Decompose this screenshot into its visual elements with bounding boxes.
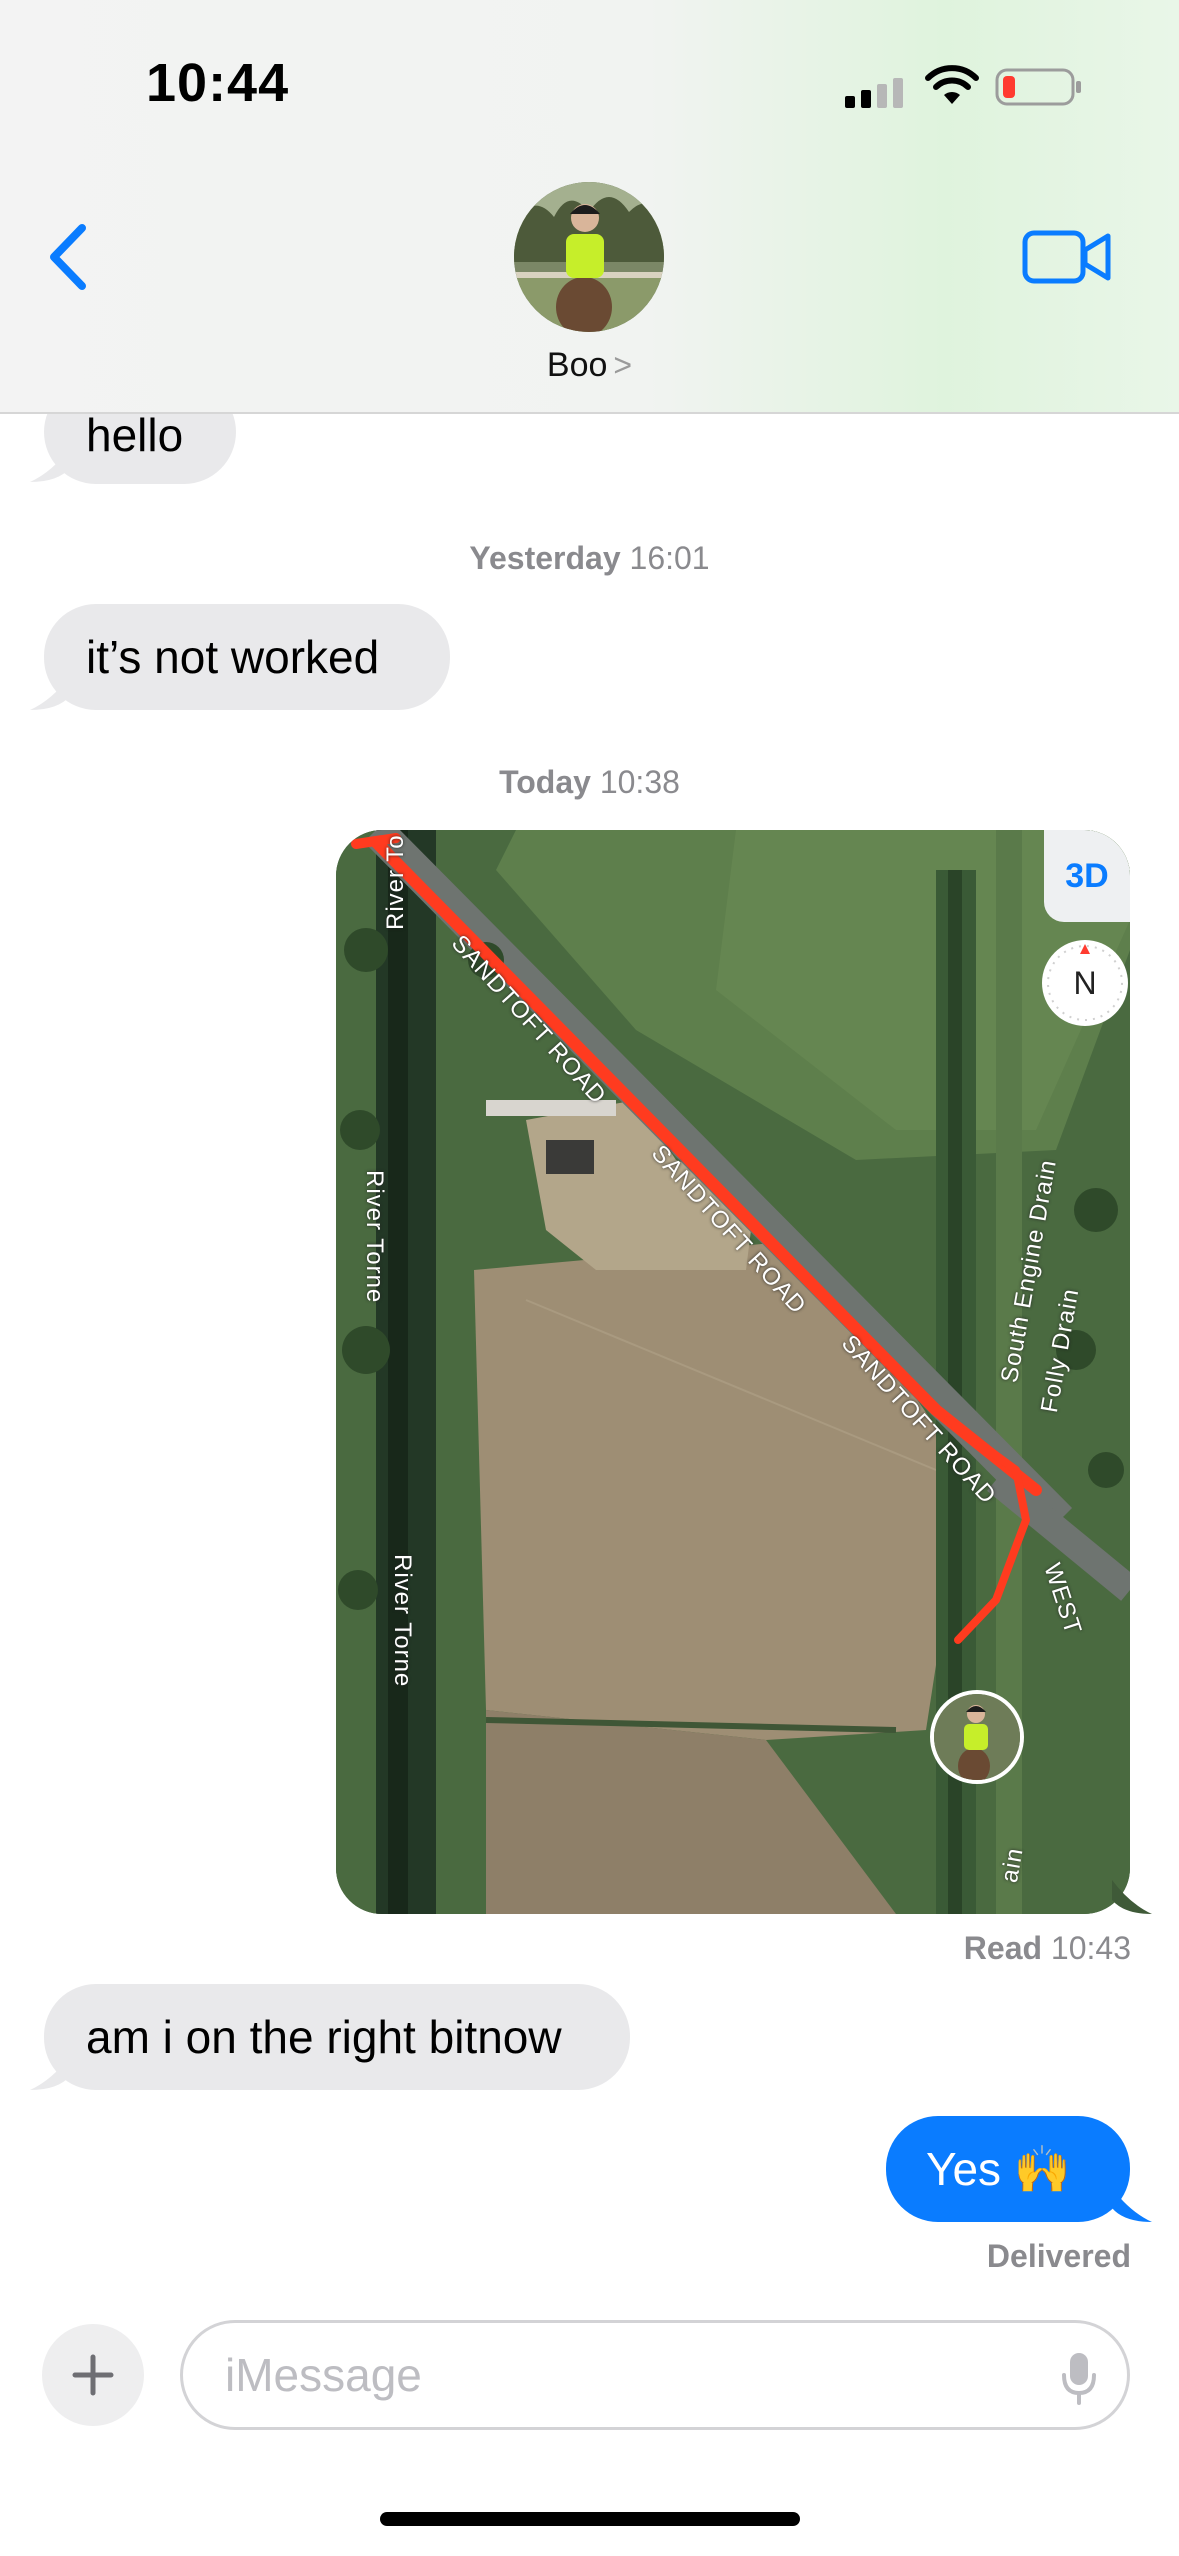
cellular-signal-icon bbox=[845, 78, 903, 108]
location-avatar[interactable] bbox=[930, 1690, 1024, 1784]
back-chevron-icon[interactable] bbox=[44, 222, 94, 292]
bubble-tail bbox=[30, 2056, 70, 2090]
bubble-tail bbox=[1112, 1880, 1152, 1914]
video-camera-icon[interactable] bbox=[1022, 228, 1112, 286]
message-input-placeholder: iMessage bbox=[225, 2349, 422, 2401]
apps-plus-button[interactable] bbox=[42, 2324, 144, 2426]
read-receipt: Read 10:43 bbox=[964, 1930, 1131, 1967]
timestamp-day: Today bbox=[499, 764, 591, 800]
map-label-river: River Torne bbox=[361, 1170, 388, 1304]
message-text: Yes 🙌 bbox=[926, 2143, 1072, 2195]
microphone-icon[interactable] bbox=[1061, 2351, 1097, 2405]
timestamp-time: 16:01 bbox=[629, 540, 710, 576]
map-label-drain: ain bbox=[996, 1845, 1029, 1885]
compass-icon[interactable]: N bbox=[1042, 940, 1128, 1026]
contact-name[interactable]: Boo > bbox=[0, 346, 1179, 385]
read-time: 10:43 bbox=[1050, 1930, 1131, 1966]
message-right-bit[interactable]: am i on the right bitnow bbox=[44, 1984, 630, 2090]
timestamp-time: 10:38 bbox=[599, 764, 680, 800]
navigation-header: 10:44 Boo > bbox=[0, 0, 1179, 414]
plus-icon bbox=[72, 2354, 114, 2396]
chevron-right-icon: > bbox=[613, 347, 633, 383]
read-label: Read bbox=[963, 1930, 1043, 1966]
home-indicator[interactable] bbox=[380, 2512, 800, 2526]
message-yes[interactable]: Yes 🙌 bbox=[886, 2116, 1130, 2222]
bubble-tail bbox=[1112, 2188, 1152, 2222]
wifi-icon bbox=[925, 65, 979, 104]
message-input[interactable]: iMessage bbox=[180, 2320, 1130, 2430]
contact-name-label: Boo bbox=[546, 346, 608, 384]
map-label-river: River To bbox=[382, 834, 409, 930]
bubble-tail bbox=[30, 448, 70, 482]
compass-north-label: N bbox=[1073, 964, 1097, 1001]
timestamp-day: Yesterday bbox=[469, 540, 621, 576]
timestamp-yesterday: Yesterday 16:01 bbox=[0, 540, 1179, 577]
status-time: 10:44 bbox=[146, 53, 290, 113]
message-text: hello bbox=[86, 409, 184, 461]
bubble-tail bbox=[30, 676, 70, 710]
timestamp-today: Today 10:38 bbox=[0, 764, 1179, 801]
rider-photo bbox=[514, 182, 664, 332]
battery-low-icon bbox=[995, 68, 1081, 106]
rider-photo bbox=[934, 1694, 1020, 1780]
message-text: it’s not worked bbox=[86, 631, 380, 683]
contact-avatar[interactable] bbox=[514, 182, 664, 332]
3d-toggle-button[interactable]: 3D bbox=[1044, 830, 1130, 922]
delivered-receipt: Delivered bbox=[986, 2238, 1131, 2274]
shared-map[interactable]: SANDTOFT ROAD SANDTOFT ROAD SANDTOFT ROA… bbox=[336, 830, 1130, 1914]
message-not-worked[interactable]: it’s not worked bbox=[44, 604, 450, 710]
map-label-river: River Torne bbox=[389, 1554, 416, 1688]
message-text: am i on the right bitnow bbox=[86, 2011, 562, 2063]
